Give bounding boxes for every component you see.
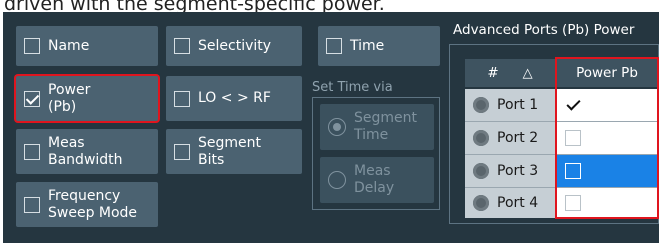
port-status-icon [473, 130, 489, 146]
frequency-sweep-mode-checkbox-button[interactable]: Frequency Sweep Mode [16, 182, 158, 227]
port-4-power-checkbox[interactable] [565, 195, 581, 211]
selectivity-label: Selectivity [198, 37, 272, 54]
power-checkbox[interactable] [24, 90, 40, 107]
selectivity-checkbox-button[interactable]: Selectivity [166, 26, 302, 66]
meas-bandwidth-checkbox-button[interactable]: Meas Bandwidth [16, 129, 158, 174]
time-label: Time [350, 37, 385, 54]
meas-delay-radio-button[interactable]: Meas Delay [320, 157, 434, 203]
port-1-power-cell[interactable] [557, 89, 657, 121]
lo-rf-label: LO < > RF [198, 90, 271, 106]
port-4-power-cell[interactable] [557, 188, 657, 218]
time-checkbox-button[interactable]: Time [318, 26, 440, 66]
lo-rf-checkbox-button[interactable]: LO < > RF [166, 76, 302, 121]
port-1-power-checkbox[interactable] [565, 97, 581, 113]
time-checkbox[interactable] [326, 38, 342, 54]
segment-time-radio[interactable] [328, 118, 346, 136]
segment-bits-checkbox[interactable] [174, 143, 190, 160]
port-3-power-checkbox[interactable] [565, 163, 581, 179]
name-checkbox-button[interactable]: Name [16, 26, 158, 66]
meas-delay-radio[interactable] [328, 171, 346, 189]
port-column-label: # [487, 65, 499, 81]
port-status-icon [473, 195, 489, 211]
port-status-icon [473, 97, 489, 113]
port-2-power-cell[interactable] [557, 122, 657, 154]
lo-rf-checkbox[interactable] [174, 90, 190, 107]
segment-bits-label: Segment Bits [198, 134, 261, 168]
page-caption: driven with the segment-specific power. [4, 0, 385, 12]
port-status-icon [473, 163, 489, 179]
port-1-label: Port 1 [497, 97, 539, 113]
segment-time-label: Segment Time [354, 110, 417, 143]
segment-bits-checkbox-button[interactable]: Segment Bits [166, 129, 302, 174]
name-checkbox[interactable] [24, 38, 40, 54]
port-2-label: Port 2 [497, 130, 539, 146]
frequency-sweep-mode-checkbox[interactable] [24, 196, 40, 213]
port-2-power-checkbox[interactable] [565, 130, 581, 146]
power-checkbox-button[interactable]: Power (Pb) [16, 76, 158, 121]
port-3-power-cell[interactable] [557, 155, 657, 187]
meas-delay-label: Meas Delay [354, 163, 395, 196]
power-label: Power (Pb) [48, 81, 91, 115]
port-3-label: Port 3 [497, 163, 539, 179]
frequency-sweep-mode-label: Frequency Sweep Mode [48, 187, 138, 221]
meas-bandwidth-label: Meas Bandwidth [48, 134, 123, 168]
power-pb-column-header[interactable]: Power Pb [557, 59, 657, 87]
port-4-label: Port 4 [497, 195, 539, 211]
set-time-via-label: Set Time via [312, 80, 393, 95]
meas-bandwidth-checkbox[interactable] [24, 143, 40, 160]
name-label: Name [48, 37, 90, 54]
selectivity-checkbox[interactable] [174, 38, 190, 54]
sort-ascending-icon[interactable]: △ [523, 66, 533, 81]
segment-time-radio-button[interactable]: Segment Time [320, 104, 434, 150]
port-column-header[interactable]: # △ [465, 59, 555, 87]
advanced-ports-power-title: Advanced Ports (Pb) Power [453, 22, 635, 38]
